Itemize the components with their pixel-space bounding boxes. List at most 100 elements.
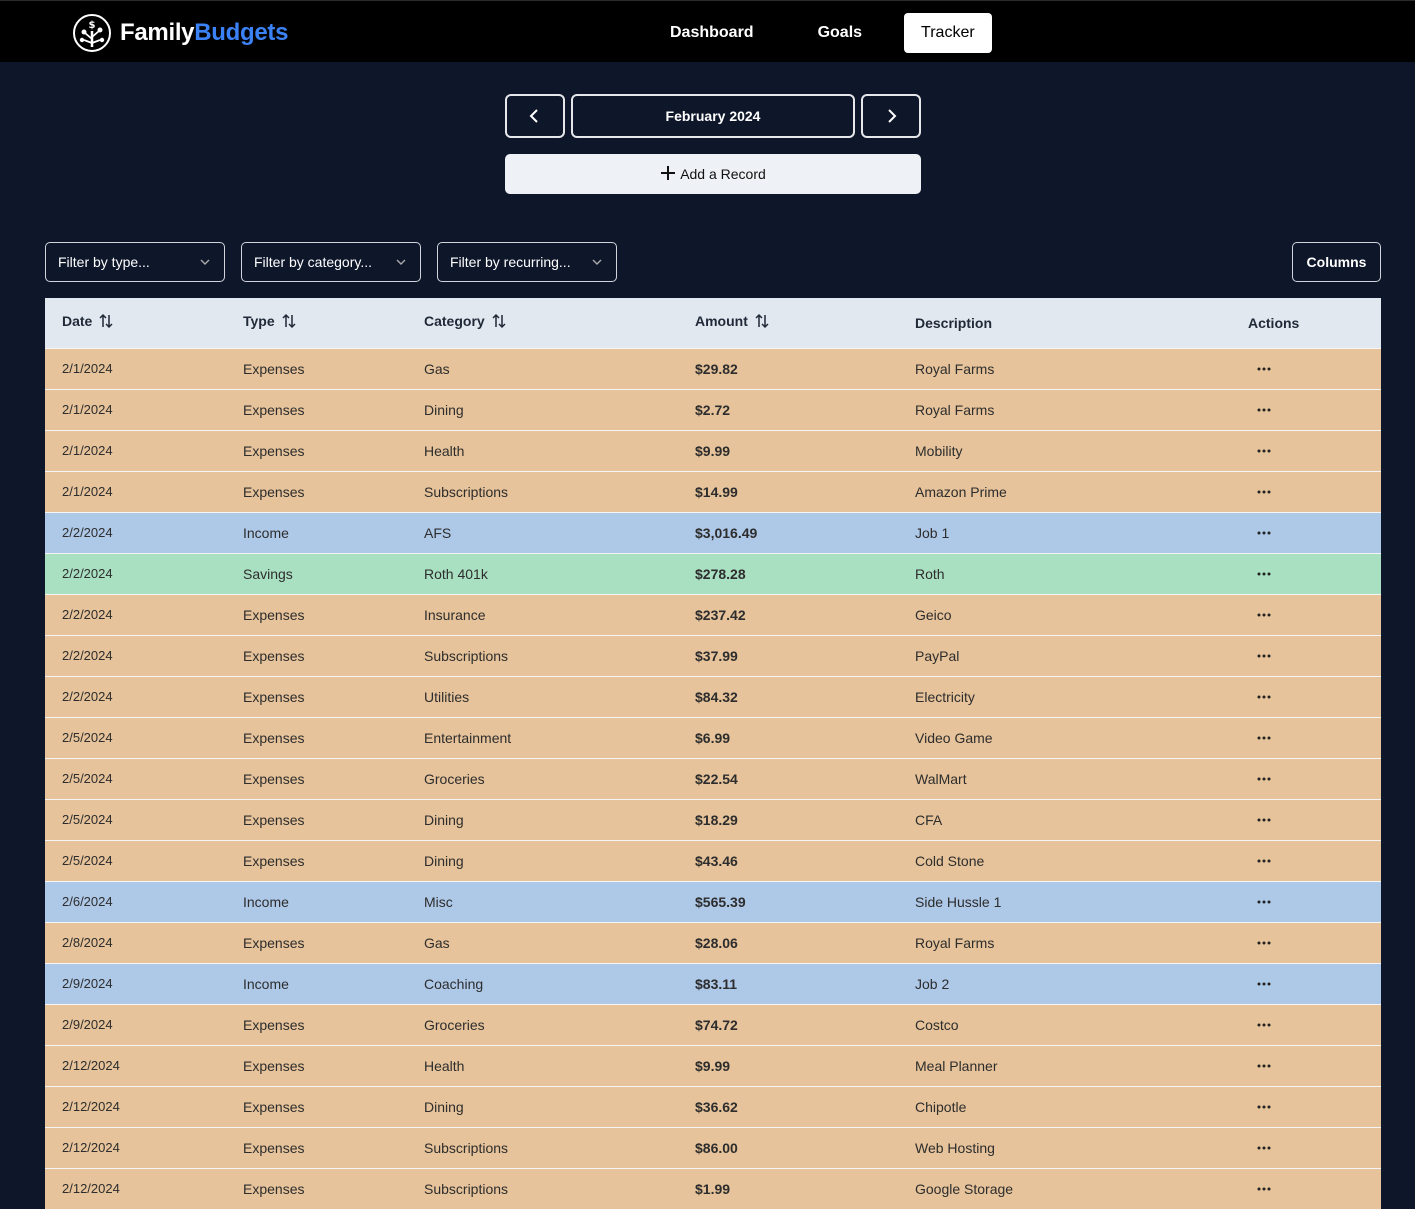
cell-type: Expenses (243, 360, 305, 377)
row-actions-button[interactable] (1249, 398, 1279, 422)
nav-tracker[interactable]: Tracker (904, 13, 992, 53)
table-row[interactable]: 2/12/2024 Expenses Subscriptions $86.00 Web … (45, 1127, 1381, 1168)
cell-date: 2/5/2024 (62, 853, 113, 868)
brand-logo[interactable]: $ FamilyBudgets (72, 13, 288, 53)
more-horizontal-icon (1257, 900, 1271, 903)
cell-description: Amazon Prime (915, 483, 1007, 500)
table-row[interactable]: 2/5/2024 Expenses Entertainment $6.99 Video … (45, 717, 1381, 758)
table-row[interactable]: 2/9/2024 Income Coaching $83.11 Job 2 (45, 963, 1381, 1004)
current-month-label: February 2024 (571, 94, 855, 138)
more-horizontal-icon (1257, 1105, 1271, 1108)
table-row[interactable]: 2/1/2024 Expenses Subscriptions $14.99 Amazo… (45, 471, 1381, 512)
table-row[interactable]: 2/1/2024 Expenses Dining $2.72 Royal Farms (45, 389, 1381, 430)
nav-dashboard[interactable]: Dashboard (648, 13, 776, 53)
row-actions-button[interactable] (1249, 1177, 1279, 1201)
row-actions-button[interactable] (1249, 890, 1279, 914)
row-actions-button[interactable] (1249, 439, 1279, 463)
cell-actions (1248, 348, 1381, 389)
cell-amount: $74.72 (695, 1016, 738, 1033)
previous-month-button[interactable] (505, 94, 565, 138)
cell-category: Roth 401k (424, 565, 488, 582)
more-horizontal-icon (1257, 941, 1271, 944)
row-actions-button[interactable] (1249, 726, 1279, 750)
table-row[interactable]: 2/5/2024 Expenses Groceries $22.54 WalMart (45, 758, 1381, 799)
nav-goals[interactable]: Goals (796, 13, 884, 53)
cell-actions (1248, 1086, 1381, 1127)
sort-icon[interactable] (491, 313, 507, 332)
cell-type: Expenses (243, 483, 305, 500)
row-actions-button[interactable] (1249, 972, 1279, 996)
header-amount[interactable]: Amount (678, 298, 898, 348)
row-actions-button[interactable] (1249, 603, 1279, 627)
table-row[interactable]: 2/2/2024 Expenses Subscriptions $37.99 PayPa… (45, 635, 1381, 676)
table-row[interactable]: 2/12/2024 Expenses Dining $36.62 Chipotle (45, 1086, 1381, 1127)
cell-actions (1248, 881, 1381, 922)
filter-type-select[interactable]: Filter by type... (45, 242, 225, 282)
cell-date: 2/2/2024 (62, 566, 113, 581)
row-actions-button[interactable] (1249, 685, 1279, 709)
cell-actions (1248, 922, 1381, 963)
row-actions-button[interactable] (1249, 767, 1279, 791)
next-month-button[interactable] (861, 94, 921, 138)
cell-date: 2/9/2024 (62, 1017, 113, 1032)
table-row[interactable]: 2/2/2024 Expenses Insurance $237.42 Geico (45, 594, 1381, 635)
cell-description: Job 1 (915, 524, 950, 541)
cell-date: 2/5/2024 (62, 771, 113, 786)
table-row[interactable]: 2/1/2024 Expenses Gas $29.82 Royal Farms (45, 348, 1381, 389)
add-record-button[interactable]: Add a Record (505, 154, 921, 194)
row-actions-button[interactable] (1249, 849, 1279, 873)
row-actions-button[interactable] (1249, 644, 1279, 668)
chevron-down-icon (592, 259, 602, 265)
table-row[interactable]: 2/5/2024 Expenses Dining $43.46 Cold Stone (45, 840, 1381, 881)
table-row[interactable]: 2/12/2024 Expenses Health $9.99 Meal Planner (45, 1045, 1381, 1086)
brand-name-part2: Budgets (194, 19, 289, 46)
table-row[interactable]: 2/8/2024 Expenses Gas $28.06 Royal Farms (45, 922, 1381, 963)
filter-recurring-select[interactable]: Filter by recurring... (437, 242, 617, 282)
row-actions-button[interactable] (1249, 357, 1279, 381)
cell-description: Mobility (915, 442, 963, 459)
table-row[interactable]: 2/1/2024 Expenses Health $9.99 Mobility (45, 430, 1381, 471)
row-actions-button[interactable] (1249, 808, 1279, 832)
filter-category-label: Filter by category... (254, 254, 373, 270)
row-actions-button[interactable] (1249, 521, 1279, 545)
filter-category-select[interactable]: Filter by category... (241, 242, 421, 282)
table-row[interactable]: 2/2/2024 Expenses Utilities $84.32 Electrici… (45, 676, 1381, 717)
header-type[interactable]: Type (226, 298, 407, 348)
more-horizontal-icon (1257, 1187, 1271, 1191)
chevron-right-icon (888, 109, 897, 123)
header-actions-label: Actions (1248, 314, 1300, 331)
row-actions-button[interactable] (1249, 1095, 1279, 1119)
row-actions-button[interactable] (1249, 480, 1279, 504)
cell-description: Roth (915, 565, 945, 582)
cell-amount: $86.00 (695, 1139, 738, 1156)
row-actions-button[interactable] (1249, 562, 1279, 586)
cell-category: Dining (424, 1098, 464, 1115)
header-category[interactable]: Category (407, 298, 678, 348)
row-actions-button[interactable] (1249, 1054, 1279, 1078)
table-row[interactable]: 2/12/2024 Expenses Subscriptions $1.99 Googl… (45, 1168, 1381, 1209)
cell-date: 2/12/2024 (62, 1181, 120, 1197)
table-row[interactable]: 2/5/2024 Expenses Dining $18.29 CFA (45, 799, 1381, 840)
chevron-down-icon (396, 259, 406, 265)
row-actions-button[interactable] (1249, 1136, 1279, 1160)
columns-button[interactable]: Columns (1292, 242, 1381, 282)
cell-amount: $1.99 (695, 1180, 731, 1197)
sort-icon[interactable] (281, 313, 297, 332)
header-date[interactable]: Date (45, 298, 226, 348)
more-horizontal-icon (1257, 818, 1271, 821)
cell-amount: $37.99 (695, 647, 738, 664)
sort-icon[interactable] (754, 313, 770, 332)
table-row[interactable]: 2/6/2024 Income Misc $565.39 Side Hussle 1 (45, 881, 1381, 922)
row-actions-button[interactable] (1249, 1013, 1279, 1037)
row-actions-button[interactable] (1249, 931, 1279, 955)
more-horizontal-icon (1257, 982, 1271, 985)
table-row[interactable]: 2/2/2024 Savings Roth 401k $278.28 Roth (45, 553, 1381, 594)
cell-amount: $6.99 (695, 729, 731, 746)
more-horizontal-icon (1257, 736, 1271, 739)
table-row[interactable]: 2/9/2024 Expenses Groceries $74.72 Costco (45, 1004, 1381, 1045)
sort-icon[interactable] (98, 313, 114, 332)
svg-text:$: $ (89, 20, 96, 31)
table-row[interactable]: 2/2/2024 Income AFS $3,016.49 Job 1 (45, 512, 1381, 553)
cell-amount: $237.42 (695, 606, 746, 623)
more-horizontal-icon (1257, 777, 1271, 780)
